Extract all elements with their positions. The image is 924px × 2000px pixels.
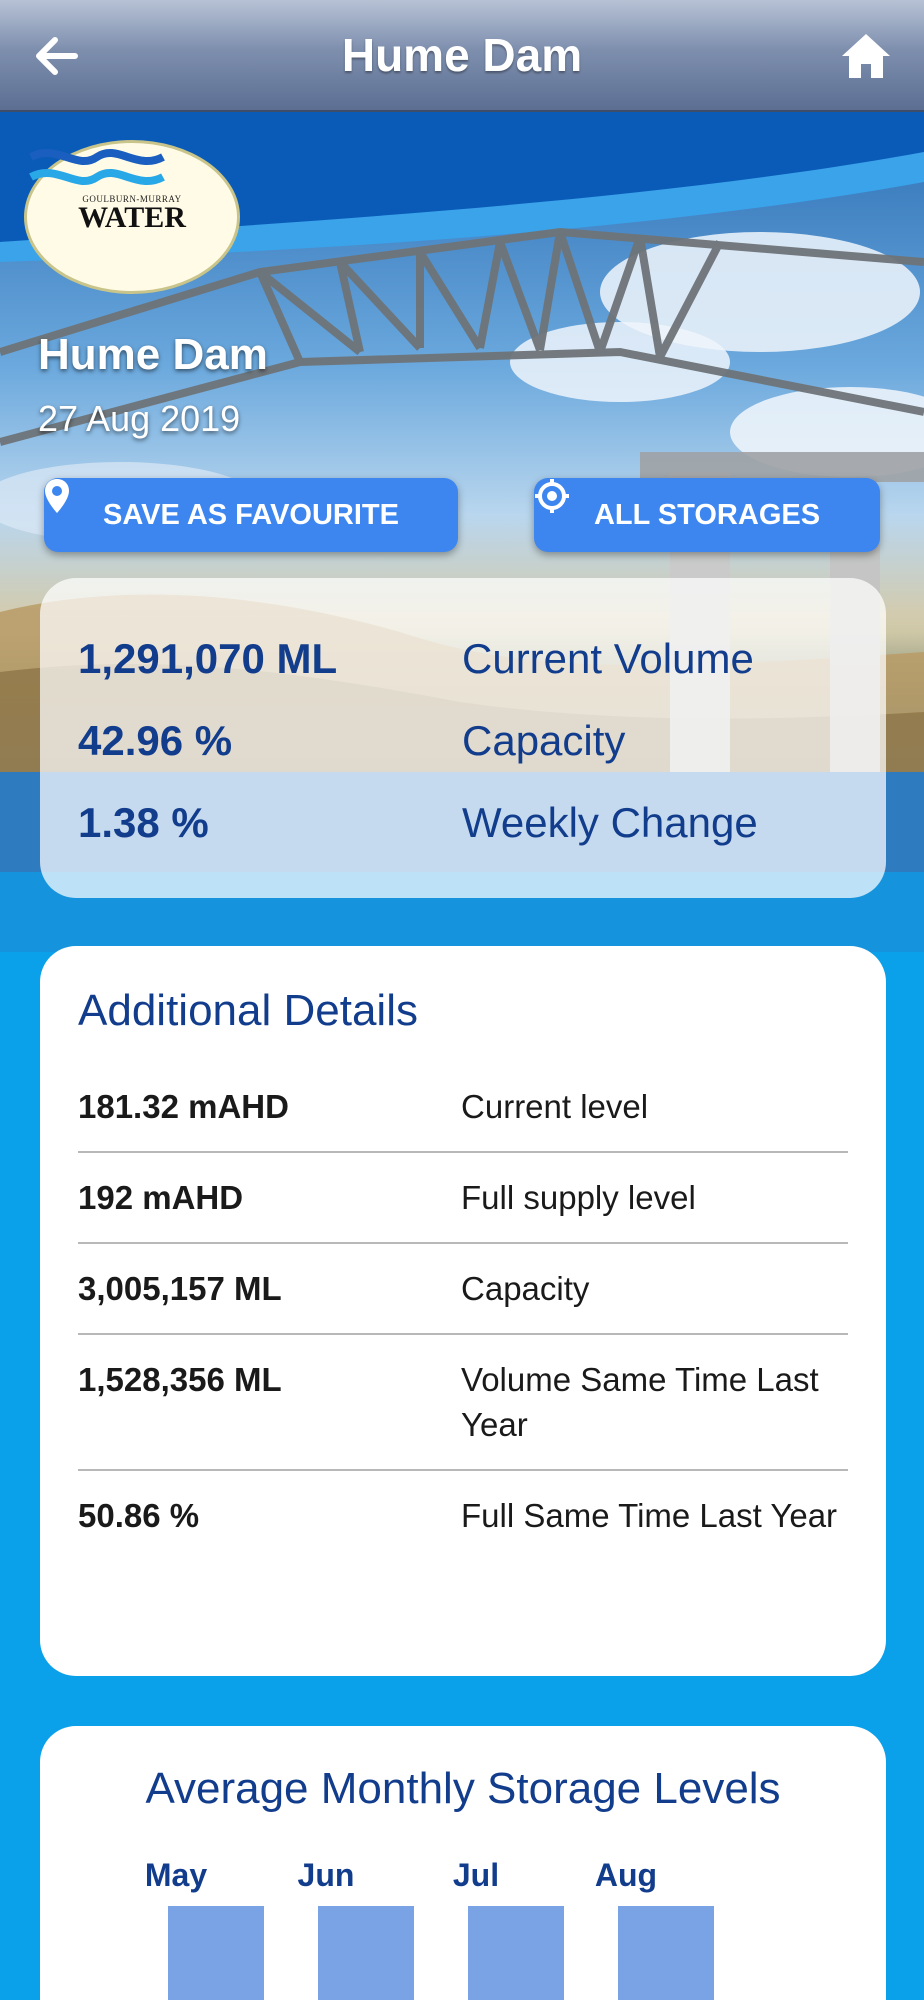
target-icon bbox=[535, 479, 569, 513]
goulburn-murray-water-logo: GOULBURN-MURRAY WATER bbox=[24, 140, 240, 294]
summary-row: 1.38 % Weekly Change bbox=[78, 782, 848, 864]
current-volume-value: 1,291,070 ML bbox=[78, 635, 338, 682]
save-as-favourite-button[interactable]: SAVE AS FAVOURITE bbox=[44, 478, 458, 552]
detail-label: Full supply level bbox=[461, 1179, 696, 1216]
detail-value: 3,005,157 ML bbox=[78, 1270, 282, 1307]
app-bar: Hume Dam bbox=[0, 0, 924, 112]
logo-big-text: WATER bbox=[78, 201, 186, 234]
chart-bar bbox=[468, 1906, 564, 2000]
dam-name: Hume Dam bbox=[38, 330, 268, 379]
additional-details-card: Additional Details 181.32 mAHD Current l… bbox=[40, 946, 886, 1676]
home-icon bbox=[842, 34, 890, 78]
all-storages-button[interactable]: ALL STORAGES bbox=[534, 478, 880, 552]
app-bar-title: Hume Dam bbox=[341, 29, 583, 81]
detail-label: Current level bbox=[461, 1088, 649, 1125]
back-button[interactable] bbox=[28, 28, 84, 84]
weekly-change-value: 1.38 % bbox=[78, 799, 209, 846]
chart-month-label: May bbox=[145, 1857, 207, 1893]
chart-month-label: Jul bbox=[453, 1857, 499, 1893]
chart-title: Average Monthly Storage Levels bbox=[145, 1764, 781, 1813]
capacity-percent-label: Capacity bbox=[462, 717, 626, 764]
chart-bar bbox=[318, 1906, 414, 2000]
detail-row: 181.32 mAHD Current level bbox=[78, 1062, 848, 1153]
current-volume-label: Current Volume bbox=[462, 635, 754, 682]
storage-summary-card: 1,291,070 ML Current Volume 42.96 % Capa… bbox=[40, 578, 886, 898]
detail-row: 192 mAHD Full supply level bbox=[78, 1153, 848, 1244]
chart-bar bbox=[168, 1906, 264, 2000]
summary-row: 42.96 % Capacity bbox=[78, 700, 848, 782]
detail-value: 192 mAHD bbox=[78, 1179, 244, 1216]
chart-month-label: Aug bbox=[595, 1857, 657, 1893]
home-button[interactable] bbox=[836, 26, 896, 86]
wave-logo-icon bbox=[29, 148, 165, 186]
monthly-storage-chart-card: Average Monthly Storage Levels May Jun Jul… bbox=[40, 1726, 886, 2000]
capacity-percent-value: 42.96 % bbox=[78, 717, 233, 764]
summary-row: 1,291,070 ML Current Volume bbox=[78, 618, 848, 700]
chart-bar bbox=[618, 1906, 714, 2000]
monthly-storage-chart: May Jun Jul Aug bbox=[145, 1857, 714, 2000]
save-as-favourite-label: SAVE AS FAVOURITE bbox=[103, 498, 399, 531]
detail-row: 50.86 % Full Same Time Last Year bbox=[78, 1471, 848, 1560]
detail-value: 1,528,356 ML bbox=[78, 1361, 282, 1398]
detail-row: 3,005,157 ML Capacity bbox=[78, 1244, 848, 1335]
detail-label: Capacity bbox=[461, 1270, 590, 1307]
weekly-change-label: Weekly Change bbox=[462, 799, 758, 846]
additional-details-title: Additional Details bbox=[78, 986, 418, 1035]
chart-month-label: Jun bbox=[298, 1857, 355, 1893]
map-pin-icon bbox=[45, 479, 69, 513]
detail-row: 1,528,356 ML Volume Same Time Last Year bbox=[78, 1335, 848, 1471]
all-storages-label: ALL STORAGES bbox=[593, 498, 821, 531]
detail-value: 50.86 % bbox=[78, 1497, 200, 1534]
dam-date: 27 Aug 2019 bbox=[38, 398, 241, 439]
detail-value: 181.32 mAHD bbox=[78, 1088, 289, 1125]
detail-label: Full Same Time Last Year bbox=[461, 1497, 838, 1534]
arrow-left-icon bbox=[36, 37, 78, 75]
detail-label: Volume Same Time Last Year bbox=[461, 1361, 819, 1443]
